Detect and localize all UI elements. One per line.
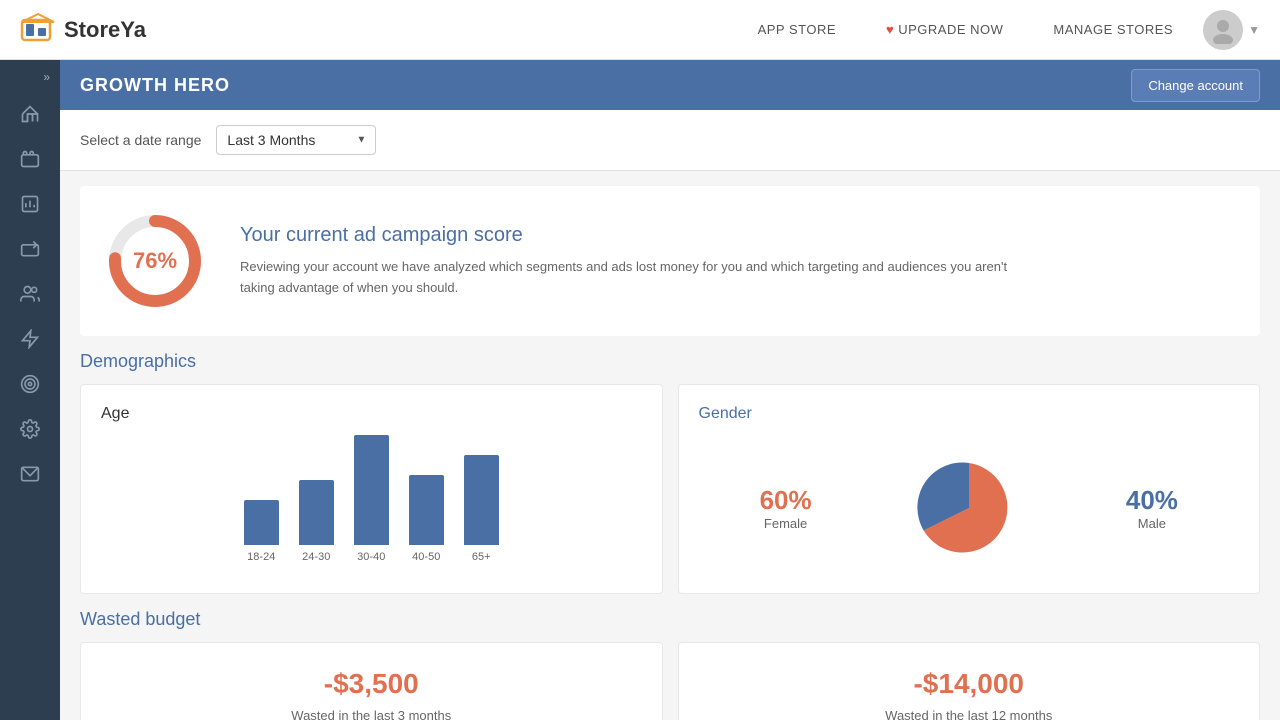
bar-group-65plus: 65+ [464,455,499,563]
gender-male-stat: 40% Male [1126,485,1178,531]
upgrade-link[interactable]: ♥UPGRADE NOW [886,22,1003,37]
demographics-title: Demographics [80,351,1260,372]
male-label: Male [1126,516,1178,531]
user-avatar[interactable] [1203,10,1243,50]
manage-stores-link[interactable]: MANAGE STORES [1053,22,1173,37]
female-label: Female [760,516,812,531]
gender-card: Gender 60% Female [678,384,1261,594]
score-value: 76% [133,248,177,274]
score-donut-chart: 76% [100,206,210,316]
female-percent: 60% [760,485,812,516]
wasted-budget-title: Wasted budget [80,609,1260,630]
heart-icon: ♥ [886,22,894,37]
age-card-title: Age [101,405,642,423]
sidebar-collapse-btn[interactable]: » [0,70,60,84]
bar-40-50 [409,475,444,545]
gender-female-stat: 60% Female [760,485,812,531]
sidebar-item-settings[interactable] [10,409,50,449]
sidebar-item-home[interactable] [10,94,50,134]
wasted-budget-section: Wasted budget -$3,500 Wasted in the last… [60,609,1280,720]
top-navigation: StoreYa APP STORE ♥UPGRADE NOW MANAGE ST… [0,0,1280,60]
sidebar-item-target[interactable] [10,364,50,404]
wasted-grid: -$3,500 Wasted in the last 3 months -$14… [80,642,1260,720]
main-layout: » [0,60,1280,720]
bar-group-40-50: 40-50 [409,475,444,563]
male-percent: 40% [1126,485,1178,516]
date-range-label: Select a date range [80,132,201,148]
score-title: Your current ad campaign score [240,224,1040,247]
change-account-button[interactable]: Change account [1131,69,1260,102]
avatar-icon [1209,16,1237,44]
app-store-link[interactable]: APP STORE [758,22,836,37]
bar-65plus [464,455,499,545]
content-area: GROWTH HERO Change account Select a date… [60,60,1280,720]
score-info: Your current ad campaign score Reviewing… [240,224,1040,299]
wasted-label-12months: Wasted in the last 12 months [699,708,1240,720]
bar-18-24 [244,500,279,545]
sidebar-item-store[interactable] [10,139,50,179]
bar-label-24-30: 24-30 [302,551,330,563]
sidebar-item-flash[interactable] [10,319,50,359]
sidebar-item-email[interactable] [10,454,50,494]
bar-label-65plus: 65+ [472,551,491,563]
wasted-card-3months: -$3,500 Wasted in the last 3 months [80,642,663,720]
gender-chart-area: 60% Female 40% Mal [699,443,1240,573]
wasted-amount-3months: -$3,500 [101,668,642,700]
logo-area: StoreYa [20,12,758,48]
wasted-label-3months: Wasted in the last 3 months [101,708,642,720]
bar-group-18-24: 18-24 [244,500,279,563]
bar-label-18-24: 18-24 [247,551,275,563]
wasted-amount-12months: -$14,000 [699,668,1240,700]
score-description: Reviewing your account we have analyzed … [240,257,1040,299]
sidebar-item-people[interactable] [10,274,50,314]
bar-group-30-40: 30-40 [354,435,389,563]
demographics-section: Demographics Age 18-24 24-30 [60,351,1280,594]
wasted-card-12months: -$14,000 Wasted in the last 12 months [678,642,1261,720]
sidebar-item-tools[interactable] [10,229,50,269]
demographics-grid: Age 18-24 24-30 30-40 [80,384,1260,594]
bar-group-24-30: 24-30 [299,480,334,563]
page-header: GROWTH HERO Change account [60,60,1280,110]
date-range-select-wrapper: Last 3 Months Last Month Last 6 Months L… [216,125,376,155]
bar-label-40-50: 40-50 [412,551,440,563]
age-bar-chart: 18-24 24-30 30-40 40-50 [101,443,642,563]
date-range-bar: Select a date range Last 3 Months Last M… [60,110,1280,171]
account-chevron-icon[interactable]: ▼ [1248,23,1260,37]
sidebar: » [0,60,60,720]
page-title: GROWTH HERO [80,75,230,96]
gender-card-title: Gender [699,405,1240,423]
storeya-logo-icon [20,12,56,48]
bar-30-40 [354,435,389,545]
age-card: Age 18-24 24-30 30-40 [80,384,663,594]
bar-label-30-40: 30-40 [357,551,385,563]
logo-text: StoreYa [64,17,146,43]
date-range-select[interactable]: Last 3 Months Last Month Last 6 Months L… [216,125,376,155]
score-section: 76% Your current ad campaign score Revie… [80,186,1260,336]
gender-pie-chart [914,453,1024,563]
collapse-icon: » [43,70,50,84]
sidebar-item-analytics[interactable] [10,184,50,224]
bar-24-30 [299,480,334,545]
nav-links: APP STORE ♥UPGRADE NOW MANAGE STORES [758,22,1174,37]
